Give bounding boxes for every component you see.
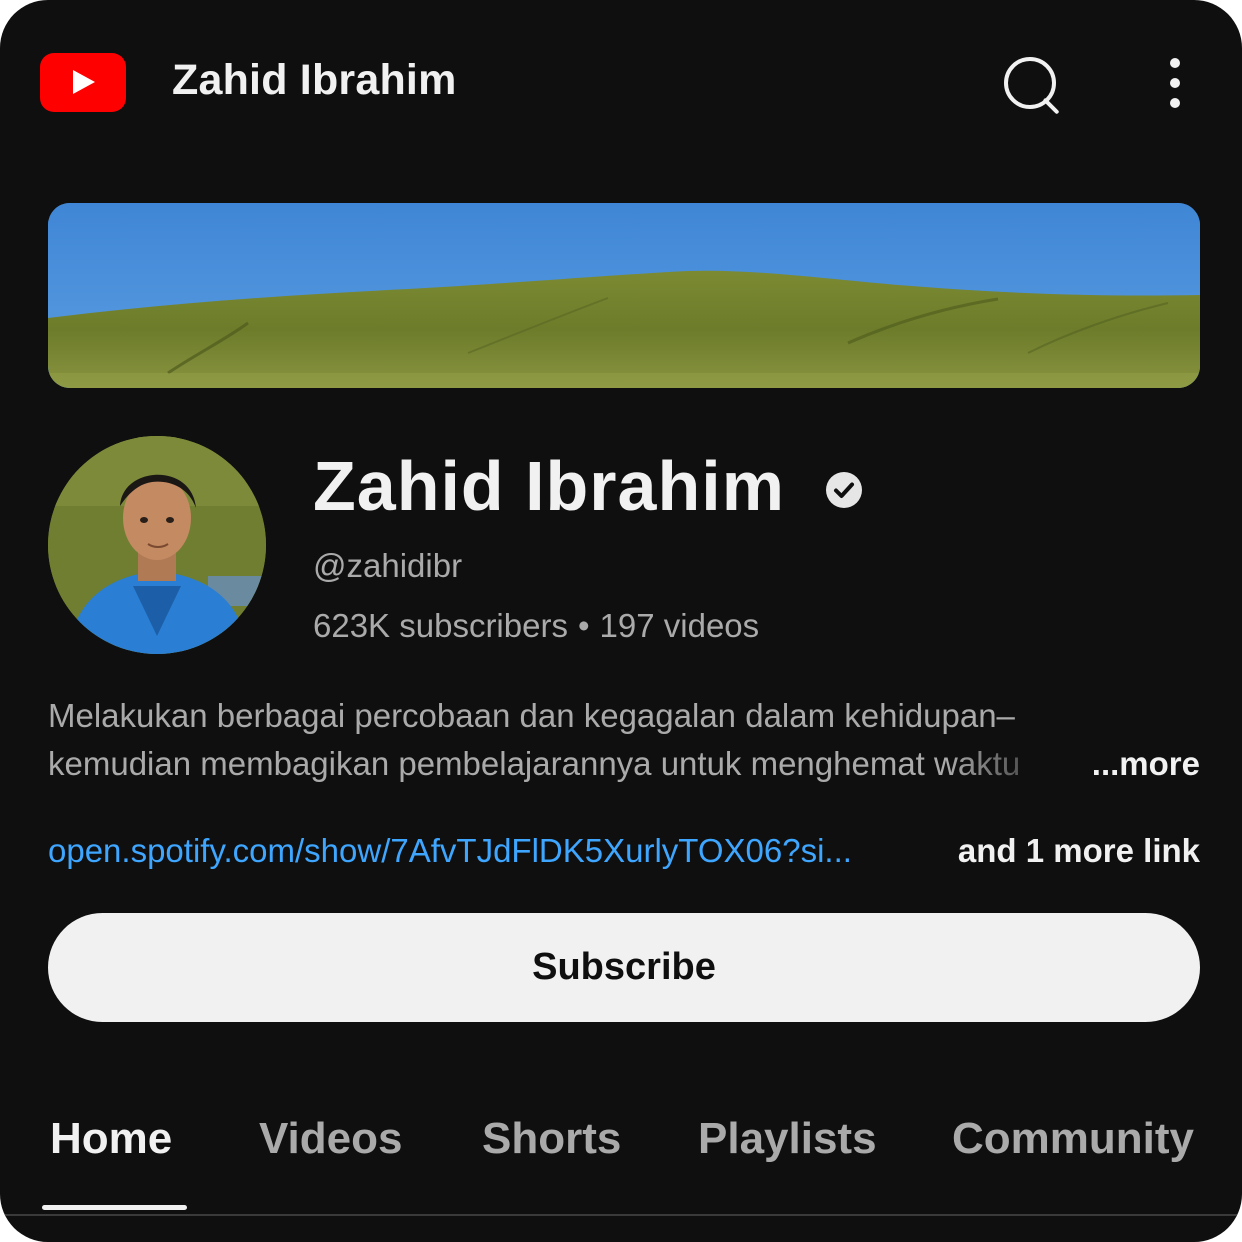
play-icon [73,70,95,94]
more-options-button[interactable] [1150,52,1200,114]
channel-avatar[interactable] [48,436,266,654]
tab-playlists[interactable]: Playlists [698,1114,877,1164]
stats-separator: • [577,607,590,644]
description-more-button[interactable]: ...more [1092,740,1200,788]
tab-shorts[interactable]: Shorts [482,1114,621,1164]
top-app-bar: Zahid Ibrahim [0,0,1242,165]
channel-tabs: Home Videos Shorts Playlists Community [0,1090,1242,1218]
tab-community[interactable]: Community [952,1114,1194,1164]
channel-page: Zahid Ibrahim Zahid Ibrahim @zahidibr 62… [0,0,1242,1242]
external-link[interactable]: open.spotify.com/show/7AfvTJdFlDK5XurlyT… [48,828,928,874]
tab-home[interactable]: Home [50,1114,172,1164]
verified-check-icon [826,472,862,508]
more-links-button[interactable]: and 1 more link [958,828,1200,874]
video-count: 197 videos [599,607,760,644]
tabs-divider [0,1214,1242,1216]
channel-description[interactable]: Melakukan berbagai percobaan dan kegagal… [48,692,1200,788]
channel-banner [48,203,1200,388]
app-bar-title: Zahid Ibrahim [172,56,457,104]
tab-videos[interactable]: Videos [259,1114,402,1164]
more-vertical-icon [1170,58,1180,68]
channel-stats: 623K subscribers • 197 videos [313,607,759,645]
description-line: kemudian membagikan pembelajarannya untu… [48,745,1021,782]
subscribe-button[interactable]: Subscribe [48,913,1200,1022]
channel-handle: @zahidibr [313,547,463,584]
subscriber-count: 623K subscribers [313,607,568,644]
channel-name: Zahid Ibrahim [313,447,785,525]
youtube-logo-icon[interactable] [40,53,126,112]
channel-links: open.spotify.com/show/7AfvTJdFlDK5XurlyT… [48,828,1200,874]
description-line: Melakukan berbagai percobaan dan kegagal… [48,697,1015,734]
search-button[interactable] [992,48,1068,120]
active-tab-indicator [42,1205,187,1210]
